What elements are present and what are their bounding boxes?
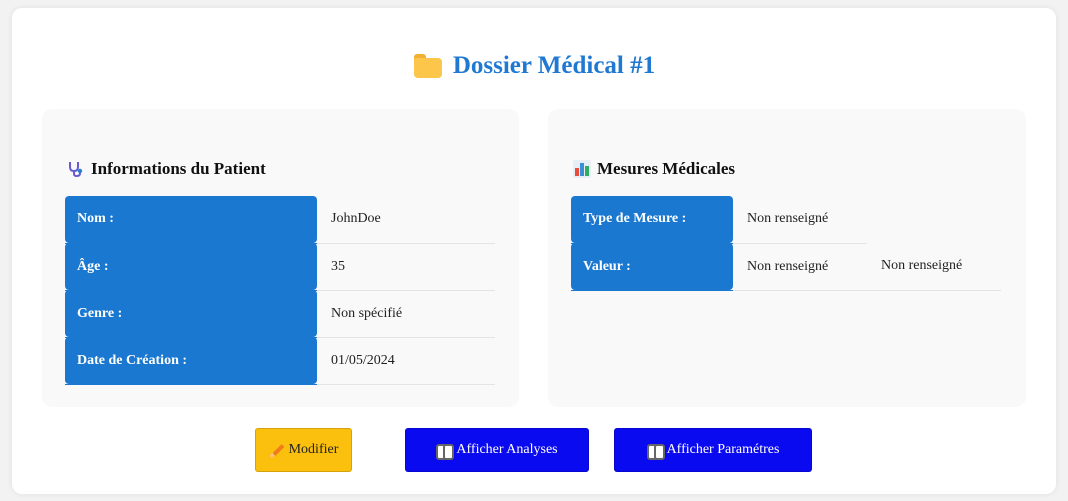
table-row: Nom : JohnDoe [65, 196, 495, 244]
patient-gender-value: Non spécifié [317, 290, 495, 338]
measures-table: Type de Mesure : Non renseigné Valeur : … [571, 196, 1001, 291]
creation-date-value: 01/05/2024 [317, 337, 495, 385]
show-parameters-button[interactable]: Afficher Paramétres [614, 428, 812, 472]
table-row: Valeur : Non renseigné Non renseigné [571, 243, 1001, 291]
edit-button-label: Modifier [288, 442, 339, 457]
patient-info-panel: Informations du Patient Nom : JohnDoe Âg… [42, 109, 519, 407]
empty-cell [867, 196, 1001, 243]
table-row: Type de Mesure : Non renseigné [571, 196, 1001, 244]
measure-value-1: Non renseigné [733, 243, 867, 291]
patient-age-label: Âge : [65, 243, 317, 291]
bar-chart-icon [573, 160, 591, 178]
patient-gender-label: Genre : [65, 290, 317, 338]
page-title-text: Dossier Médical #1 [452, 52, 656, 79]
edit-button[interactable]: Modifier [255, 428, 352, 472]
table-row: Genre : Non spécifié [65, 290, 495, 338]
patient-info-table: Nom : JohnDoe Âge : 35 Genre : Non spéci… [65, 196, 495, 385]
pencil-icon [269, 442, 285, 458]
action-bar: Modifier Afficher Analyses Afficher Para… [12, 428, 1056, 472]
patient-age-value: 35 [317, 243, 495, 291]
table-row: Date de Création : 01/05/2024 [65, 337, 495, 385]
patient-info-title-text: Informations du Patient [91, 159, 266, 178]
measures-title: Mesures Médicales [573, 159, 735, 179]
measure-type-label: Type de Mesure : [571, 196, 733, 244]
show-parameters-label: Afficher Paramétres [666, 442, 780, 457]
book-icon [436, 444, 455, 460]
measures-panel: Mesures Médicales Type de Mesure : Non r… [548, 109, 1026, 407]
creation-date-label: Date de Création : [65, 337, 317, 385]
measures-title-text: Mesures Médicales [597, 159, 736, 178]
patient-name-value: JohnDoe [317, 196, 495, 244]
measure-value-2: Non renseigné [867, 243, 1001, 291]
stethoscope-icon [69, 162, 83, 178]
measure-value-label: Valeur : [571, 243, 733, 291]
folder-icon [413, 54, 443, 78]
patient-info-title: Informations du Patient [67, 159, 266, 179]
show-analyses-button[interactable]: Afficher Analyses [405, 428, 589, 472]
show-analyses-label: Afficher Analyses [456, 442, 558, 457]
measure-type-value: Non renseigné [733, 196, 867, 244]
medical-record-card: Dossier Médical #1 Informations du Patie… [12, 8, 1056, 494]
book-icon [646, 444, 665, 460]
patient-name-label: Nom : [65, 196, 317, 244]
page-title: Dossier Médical #1 [12, 52, 1056, 80]
table-row: Âge : 35 [65, 243, 495, 291]
